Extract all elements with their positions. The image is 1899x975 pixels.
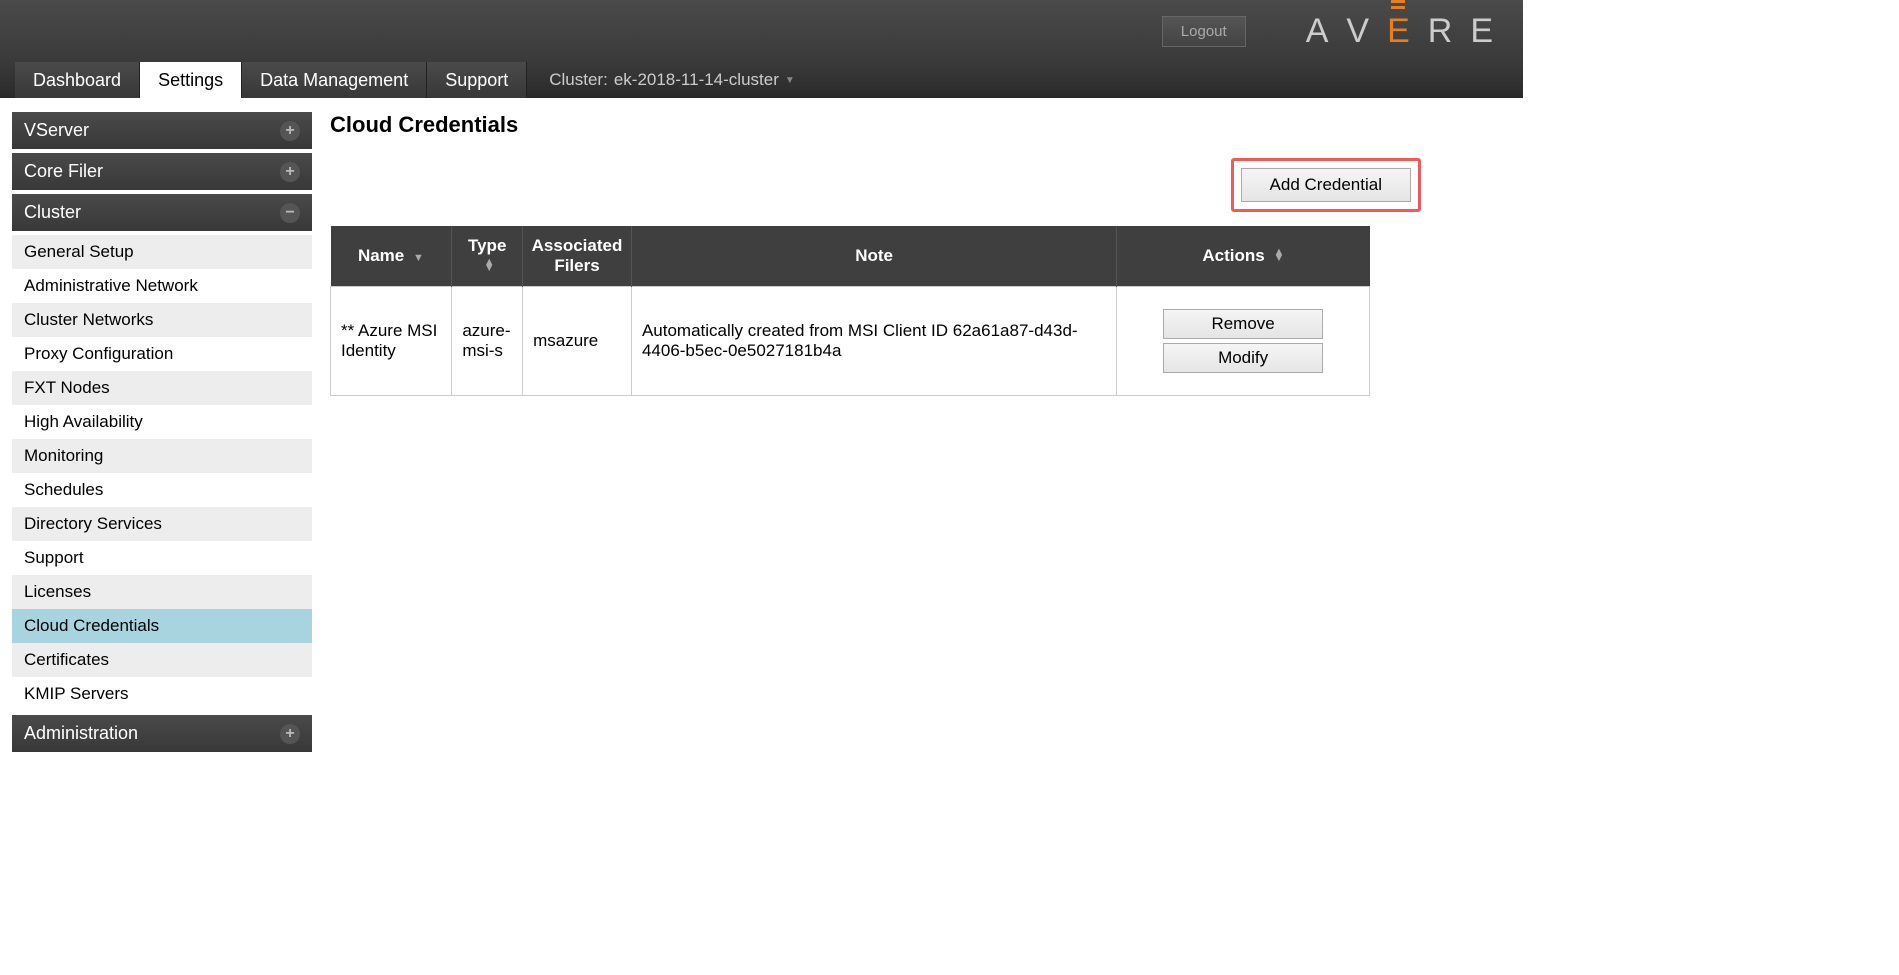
plus-circle-icon: + [280, 162, 300, 182]
cell-type: azure-msi-s [452, 287, 523, 396]
logo-letter-v: V [1346, 12, 1369, 51]
cell-name: ** Azure MSI Identity [331, 287, 452, 396]
sort-icon: ▲▼ [1273, 249, 1284, 261]
cell-actions: Remove Modify [1117, 287, 1370, 396]
table-row: ** Azure MSI Identity azure-msi-s msazur… [331, 287, 1370, 396]
sort-icon: ▲▼ [484, 259, 495, 271]
sidebar-group-label: Administration [24, 723, 138, 744]
column-header-name[interactable]: Name ▼ [331, 226, 452, 287]
tab-bar: Dashboard Settings Data Management Suppo… [0, 62, 1523, 98]
sidebar-group-vserver[interactable]: VServer + [12, 112, 312, 149]
sidebar-item-general-setup[interactable]: General Setup [12, 235, 312, 269]
sidebar-item-kmip-servers[interactable]: KMIP Servers [12, 677, 312, 711]
column-header-label: Actions [1202, 246, 1264, 265]
tab-settings[interactable]: Settings [140, 62, 242, 98]
column-header-label: Note [855, 246, 893, 265]
cluster-prefix: Cluster: [549, 70, 608, 90]
cluster-dropdown[interactable]: Cluster: ek-2018-11-14-cluster ▼ [527, 70, 795, 90]
page-title: Cloud Credentials [330, 112, 1511, 138]
minus-circle-icon: − [280, 203, 300, 223]
main-content: Cloud Credentials Add Credential Name ▼ … [330, 112, 1511, 756]
cell-assoc: msazure [523, 287, 632, 396]
column-header-associated-filers[interactable]: Associated Filers [523, 226, 632, 287]
sidebar-item-cluster-networks[interactable]: Cluster Networks [12, 303, 312, 337]
cluster-name: ek-2018-11-14-cluster [614, 70, 779, 90]
sidebar-group-core-filer[interactable]: Core Filer + [12, 153, 312, 190]
tab-support[interactable]: Support [427, 62, 527, 98]
sidebar-item-cloud-credentials[interactable]: Cloud Credentials [12, 609, 312, 643]
plus-circle-icon: + [280, 724, 300, 744]
column-header-type[interactable]: Type ▲▼ [452, 226, 523, 287]
sidebar-item-proxy-configuration[interactable]: Proxy Configuration [12, 337, 312, 371]
remove-button[interactable]: Remove [1163, 309, 1323, 339]
logo-letter-e-accent: E [1387, 12, 1410, 51]
sidebar-item-support[interactable]: Support [12, 541, 312, 575]
column-header-note[interactable]: Note [631, 226, 1116, 287]
plus-circle-icon: + [280, 121, 300, 141]
sidebar-item-monitoring[interactable]: Monitoring [12, 439, 312, 473]
logo-letter-r: R [1428, 12, 1453, 51]
credentials-table: Name ▼ Type ▲▼ Associated Filers Note Ac [330, 226, 1370, 396]
add-credential-button[interactable]: Add Credential [1241, 168, 1411, 202]
tab-dashboard[interactable]: Dashboard [15, 62, 140, 98]
sidebar-item-directory-services[interactable]: Directory Services [12, 507, 312, 541]
column-header-label: Associated Filers [532, 236, 623, 275]
cell-note: Automatically created from MSI Client ID… [631, 287, 1116, 396]
column-header-actions[interactable]: Actions ▲▼ [1117, 226, 1370, 287]
sidebar-group-administration[interactable]: Administration + [12, 715, 312, 752]
sidebar-item-certificates[interactable]: Certificates [12, 643, 312, 677]
logo-letter-e2: E [1470, 12, 1493, 51]
column-header-label: Type [468, 236, 506, 255]
sort-desc-icon: ▼ [413, 255, 424, 261]
top-bar: Logout A V E R E [0, 0, 1523, 62]
sidebar-item-high-availability[interactable]: High Availability [12, 405, 312, 439]
sidebar-item-licenses[interactable]: Licenses [12, 575, 312, 609]
logo-letter-a: A [1306, 12, 1329, 51]
sidebar-item-schedules[interactable]: Schedules [12, 473, 312, 507]
sidebar-item-fxt-nodes[interactable]: FXT Nodes [12, 371, 312, 405]
highlight-box: Add Credential [1231, 158, 1421, 212]
column-header-label: Name [358, 246, 404, 265]
tab-data-management[interactable]: Data Management [242, 62, 427, 98]
avere-logo: A V E R E [1306, 12, 1493, 51]
sidebar-group-cluster[interactable]: Cluster − [12, 194, 312, 231]
settings-sidebar: VServer + Core Filer + Cluster − General… [12, 112, 312, 756]
modify-button[interactable]: Modify [1163, 343, 1323, 373]
sidebar-group-label: Cluster [24, 202, 81, 223]
sidebar-group-label: VServer [24, 120, 89, 141]
sidebar-item-administrative-network[interactable]: Administrative Network [12, 269, 312, 303]
logout-button[interactable]: Logout [1162, 16, 1246, 47]
chevron-down-icon: ▼ [785, 75, 795, 86]
sidebar-group-label: Core Filer [24, 161, 103, 182]
